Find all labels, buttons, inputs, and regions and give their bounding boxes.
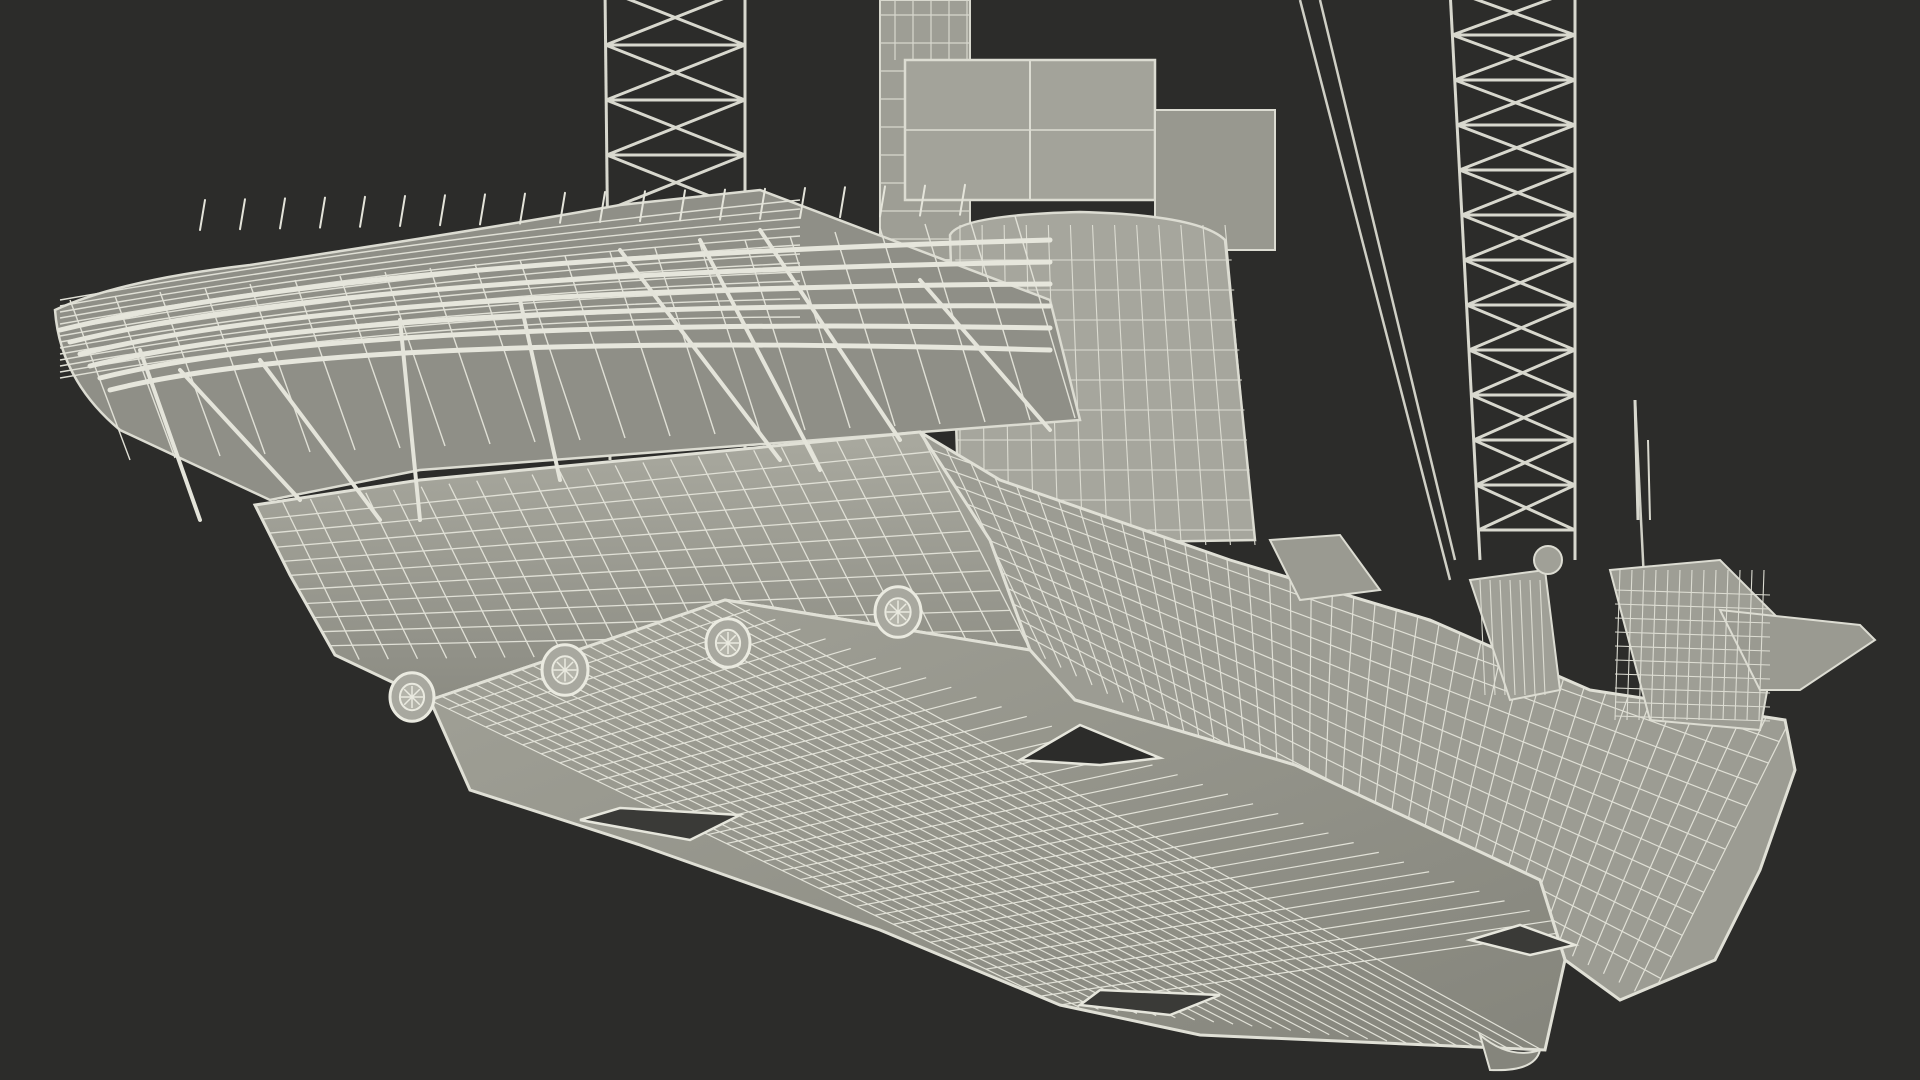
render-viewport (0, 0, 1920, 1080)
wireframe-render (0, 0, 1920, 1080)
